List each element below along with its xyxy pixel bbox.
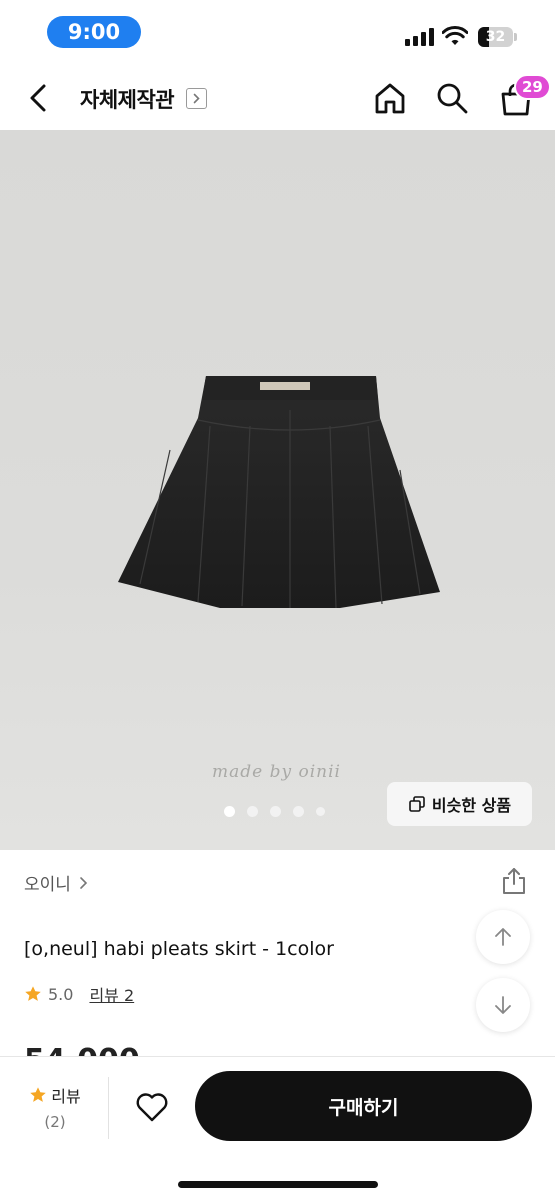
arrow-down-icon xyxy=(495,996,511,1014)
title-more-button[interactable] xyxy=(186,88,207,109)
product-photo-skirt xyxy=(118,376,440,609)
star-icon xyxy=(25,986,41,1001)
cellular-signal-icon xyxy=(405,28,435,46)
bottom-action-bar: 리뷰 (2) 구매하기 xyxy=(0,1056,555,1200)
arrow-up-icon xyxy=(495,928,511,946)
brand-link[interactable]: 오이니 xyxy=(24,870,89,895)
review-count: (2) xyxy=(44,1113,66,1131)
scroll-up-button[interactable] xyxy=(476,910,530,964)
page-title[interactable]: 자체제작관 xyxy=(80,84,175,114)
brand-name: 오이니 xyxy=(24,875,71,895)
product-image-carousel[interactable]: made by oinii 비슷한 상품 xyxy=(0,130,555,850)
divider xyxy=(108,1077,109,1139)
chevron-left-icon[interactable] xyxy=(22,80,56,116)
image-watermark: made by oinii xyxy=(212,762,341,782)
share-icon[interactable] xyxy=(500,866,528,896)
battery-level: 32 xyxy=(485,29,506,45)
product-name: [o,neul] habi pleats skirt - 1color xyxy=(24,938,334,960)
review-link[interactable]: 리뷰 2 xyxy=(89,982,134,1006)
home-indicator xyxy=(178,1181,378,1188)
review-label: 리뷰 xyxy=(51,1087,81,1106)
copy-icon xyxy=(409,796,425,812)
carousel-dot[interactable] xyxy=(247,806,258,817)
similar-products-label: 비슷한 상품 xyxy=(431,796,512,815)
rating-value: 5.0 xyxy=(48,984,74,1004)
home-icon[interactable] xyxy=(372,80,408,116)
similar-products-button[interactable]: 비슷한 상품 xyxy=(387,782,532,826)
review-summary-button[interactable]: 리뷰 (2) xyxy=(22,1083,88,1131)
top-navigation: 자체제작관 xyxy=(0,64,555,130)
carousel-dot[interactable] xyxy=(293,806,304,817)
scroll-down-button[interactable] xyxy=(476,978,530,1032)
star-icon xyxy=(30,1087,47,1102)
carousel-dot[interactable] xyxy=(270,806,281,817)
status-time: 9:00 xyxy=(47,16,141,48)
buy-button[interactable]: 구매하기 xyxy=(195,1071,532,1141)
status-bar: 9:00 32 xyxy=(0,0,555,64)
cart-count-badge: 29 xyxy=(514,74,551,100)
battery-icon: 32 xyxy=(478,27,518,47)
rating-row: 5.0 리뷰 2 xyxy=(24,982,134,1006)
carousel-indicator xyxy=(224,806,325,817)
heart-icon[interactable] xyxy=(134,1089,170,1125)
carousel-dot[interactable] xyxy=(224,806,235,817)
search-icon[interactable] xyxy=(434,80,470,116)
wifi-icon xyxy=(442,26,468,45)
chevron-right-icon xyxy=(80,876,88,889)
carousel-dot[interactable] xyxy=(316,807,325,816)
chevron-right-icon xyxy=(193,93,200,104)
